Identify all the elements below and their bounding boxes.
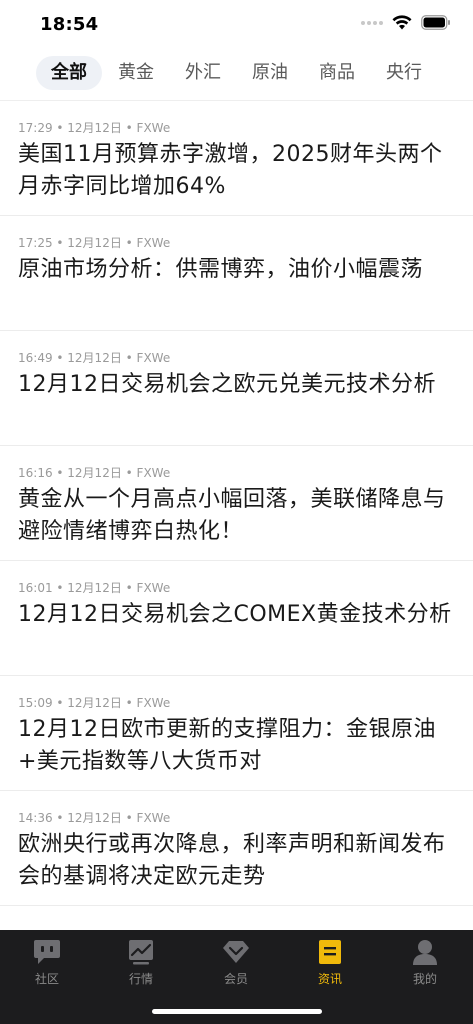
status-bar: 18:54: [0, 0, 473, 50]
app-screen: 18:54 全部 黄金 外汇 原油 商品 央行 17:29 • 12月12日 •…: [0, 0, 473, 1024]
news-list: 17:29 • 12月12日 • FXWe 美国11月预算赤字激增，2025财年…: [0, 101, 473, 906]
tab-gold[interactable]: 黄金: [108, 56, 164, 90]
cellular-signal-icon: [361, 20, 383, 25]
home-indicator[interactable]: [152, 1009, 322, 1014]
news-meta: 14:36 • 12月12日 • FXWe: [18, 811, 171, 825]
news-icon: [319, 940, 341, 964]
news-item[interactable]: 17:29 • 12月12日 • FXWe 美国11月预算赤字激增，2025财年…: [0, 101, 473, 216]
news-meta: 17:29 • 12月12日 • FXWe: [18, 121, 171, 135]
status-icons: [361, 15, 451, 30]
bottom-nav-news[interactable]: 资讯: [300, 938, 360, 987]
news-title[interactable]: 12月12日交易机会之COMEX黄金技术分析: [18, 599, 458, 631]
news-title[interactable]: 12月12日欧市更新的支撑阻力：金银原油+美元指数等八大货币对: [18, 714, 458, 778]
news-item[interactable]: 16:49 • 12月12日 • FXWe 12月12日交易机会之欧元兑美元技术…: [0, 331, 473, 446]
bottom-nav-label: 会员: [223, 972, 248, 986]
wifi-icon: [392, 15, 412, 30]
bottom-nav-label: 社区: [34, 972, 59, 986]
bottom-nav-label: 我的: [412, 972, 437, 986]
news-title[interactable]: 12月12日交易机会之欧元兑美元技术分析: [18, 369, 458, 401]
bottom-nav-label: 行情: [128, 972, 153, 986]
member-diamond-icon: [223, 941, 249, 963]
news-meta: 16:16 • 12月12日 • FXWe: [18, 466, 171, 480]
news-item[interactable]: 15:09 • 12月12日 • FXWe 12月12日欧市更新的支撑阻力：金银…: [0, 676, 473, 791]
news-title[interactable]: 原油市场分析：供需博弈，油价小幅震荡: [18, 254, 458, 286]
tab-central-bank[interactable]: 央行: [376, 56, 432, 90]
tab-crude-oil[interactable]: 原油: [242, 56, 298, 90]
news-title[interactable]: 美国11月预算赤字激增，2025财年头两个月赤字同比增加64%: [18, 139, 458, 203]
bottom-nav-market[interactable]: 行情: [111, 938, 171, 987]
bottom-nav-label: 资讯: [317, 972, 342, 986]
news-meta: 16:49 • 12月12日 • FXWe: [18, 351, 171, 365]
bottom-nav-community[interactable]: 社区: [17, 938, 77, 987]
news-meta: 17:25 • 12月12日 • FXWe: [18, 236, 171, 250]
news-item[interactable]: 14:36 • 12月12日 • FXWe 欧洲央行或再次降息，利率声明和新闻发…: [0, 791, 473, 906]
status-time: 18:54: [40, 14, 99, 35]
tab-commodities[interactable]: 商品: [309, 56, 365, 90]
news-item[interactable]: 16:16 • 12月12日 • FXWe 黄金从一个月高点小幅回落，美联储降息…: [0, 446, 473, 561]
news-title[interactable]: 欧洲央行或再次降息，利率声明和新闻发布会的基调将决定欧元走势: [18, 829, 458, 893]
tab-all[interactable]: 全部: [36, 56, 102, 90]
bottom-tab-bar: 社区 行情 会员 资讯 我的: [0, 930, 473, 1024]
battery-icon: [421, 15, 450, 30]
bottom-nav-profile[interactable]: 我的: [395, 938, 455, 987]
news-meta: 16:01 • 12月12日 • FXWe: [18, 581, 171, 595]
news-item[interactable]: 16:01 • 12月12日 • FXWe 12月12日交易机会之COMEX黄金…: [0, 561, 473, 676]
news-meta: 15:09 • 12月12日 • FXWe: [18, 696, 171, 710]
profile-icon: [413, 940, 437, 965]
tab-forex[interactable]: 外汇: [175, 56, 231, 90]
news-title[interactable]: 黄金从一个月高点小幅回落，美联储降息与避险情绪博弈白热化！: [18, 484, 458, 548]
category-tabs: 全部 黄金 外汇 原油 商品 央行: [0, 52, 473, 96]
bottom-nav-member[interactable]: 会员: [206, 938, 266, 987]
community-chat-icon: [34, 940, 60, 964]
news-item[interactable]: 17:25 • 12月12日 • FXWe 原油市场分析：供需博弈，油价小幅震荡: [0, 216, 473, 331]
market-chart-icon: [129, 940, 153, 965]
